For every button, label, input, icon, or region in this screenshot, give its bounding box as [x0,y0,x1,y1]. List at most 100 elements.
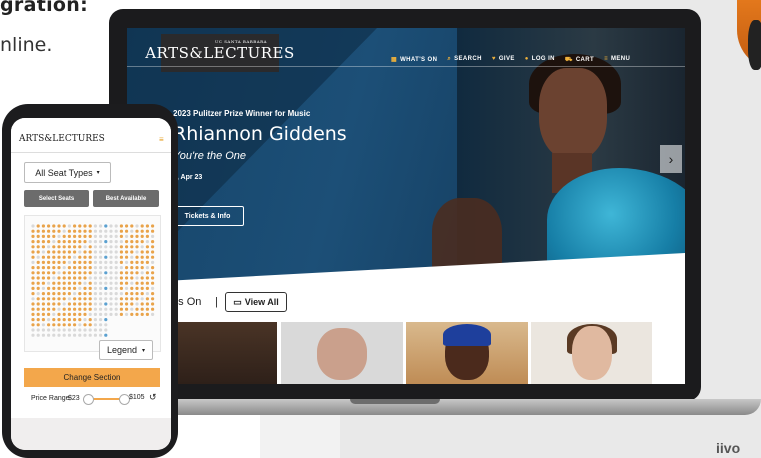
seat-dot[interactable] [47,260,51,264]
seat-dot[interactable] [104,276,108,280]
seat-dot[interactable] [41,234,45,238]
seat-dot[interactable] [78,229,82,233]
seat-dot[interactable] [104,240,108,244]
seat-dot[interactable] [99,323,103,327]
seat-dot[interactable] [36,255,40,259]
nav-item-search[interactable]: ⌕ SEARCH [447,56,482,64]
seat-dot[interactable] [52,229,56,233]
seat-dot[interactable] [114,224,118,228]
seat-dot[interactable] [67,318,71,322]
seat-dot[interactable] [62,250,66,254]
seat-dot[interactable] [67,281,71,285]
seat-dot[interactable] [88,286,92,290]
seat-dot[interactable] [130,307,134,311]
seat-dot[interactable] [125,255,129,259]
seat-dot[interactable] [73,286,77,290]
seat-dot[interactable] [135,292,139,296]
seat-dot[interactable] [135,312,139,316]
seat-dot[interactable] [104,234,108,238]
tickets-info-button[interactable]: Tickets & Info [171,206,244,226]
seat-dot[interactable] [73,307,77,311]
seat-dot[interactable] [62,260,66,264]
seat-dot[interactable] [73,229,77,233]
seat-dot[interactable] [140,245,144,249]
seat-dot[interactable] [41,271,45,275]
seat-dot[interactable] [47,318,51,322]
seat-dot[interactable] [83,286,87,290]
seat-dot[interactable] [125,234,129,238]
menu-icon[interactable]: ≡ [159,135,164,144]
seat-dot[interactable] [109,250,113,254]
seat-dot[interactable] [109,307,113,311]
seat-dot[interactable] [67,245,71,249]
seat-dot[interactable] [73,250,77,254]
seat-dot[interactable] [140,266,144,270]
seat-dot[interactable] [93,250,97,254]
seat-dot[interactable] [57,297,61,301]
seat-dot[interactable] [62,245,66,249]
seat-dot[interactable] [62,281,66,285]
seat-dot[interactable] [73,255,77,259]
seat-dot[interactable] [109,260,113,264]
seat-dot[interactable] [130,266,134,270]
seat-dot[interactable] [78,328,82,332]
seat-dot[interactable] [62,286,66,290]
seat-dot[interactable] [125,271,129,275]
seat-dot[interactable] [104,224,108,228]
seat-dot[interactable] [41,276,45,280]
seat-dot[interactable] [31,245,35,249]
seat-dot[interactable] [130,271,134,275]
seat-dot[interactable] [73,302,77,306]
seat-dot[interactable] [78,276,82,280]
seat-dot[interactable] [93,323,97,327]
seat-dot[interactable] [114,266,118,270]
seat-dot[interactable] [78,312,82,316]
seat-dot[interactable] [93,276,97,280]
seat-dot[interactable] [109,266,113,270]
seat-dot[interactable] [83,250,87,254]
seat-dot[interactable] [31,333,35,337]
seat-dot[interactable] [78,234,82,238]
seat-dot[interactable] [99,255,103,259]
seat-dot[interactable] [109,271,113,275]
seat-dot[interactable] [93,271,97,275]
seat-dot[interactable] [36,312,40,316]
seat-dot[interactable] [57,276,61,280]
seat-dot[interactable] [145,286,149,290]
seat-dot[interactable] [78,266,82,270]
seat-dot[interactable] [125,281,129,285]
seat-dot[interactable] [67,224,71,228]
seat-dot[interactable] [151,260,155,264]
seat-dot[interactable] [151,292,155,296]
seat-dot[interactable] [78,255,82,259]
seat-dot[interactable] [104,286,108,290]
seat-dot[interactable] [99,307,103,311]
seat-dot[interactable] [41,307,45,311]
seat-dot[interactable] [67,234,71,238]
seat-dot[interactable] [73,260,77,264]
seat-dot[interactable] [130,281,134,285]
seat-dot[interactable] [119,281,123,285]
reset-icon[interactable]: ↺ [149,392,157,403]
seat-dot[interactable] [62,318,66,322]
seat-dot[interactable] [67,250,71,254]
seat-dot[interactable] [145,307,149,311]
seat-dot[interactable] [57,224,61,228]
seat-dot[interactable] [52,286,56,290]
change-section-button[interactable]: Change Section [24,368,160,387]
seat-dot[interactable] [36,250,40,254]
seat-dot[interactable] [31,234,35,238]
seat-dot[interactable] [125,224,129,228]
seat-dot[interactable] [114,312,118,316]
seat-dot[interactable] [88,260,92,264]
seat-dot[interactable] [83,266,87,270]
seat-dot[interactable] [135,255,139,259]
seat-dot[interactable] [99,260,103,264]
seat-dot[interactable] [104,281,108,285]
seat-dot[interactable] [135,224,139,228]
seat-dot[interactable] [57,312,61,316]
seat-dot[interactable] [93,286,97,290]
seat-dot[interactable] [31,297,35,301]
seat-dot[interactable] [140,260,144,264]
seat-dot[interactable] [57,255,61,259]
